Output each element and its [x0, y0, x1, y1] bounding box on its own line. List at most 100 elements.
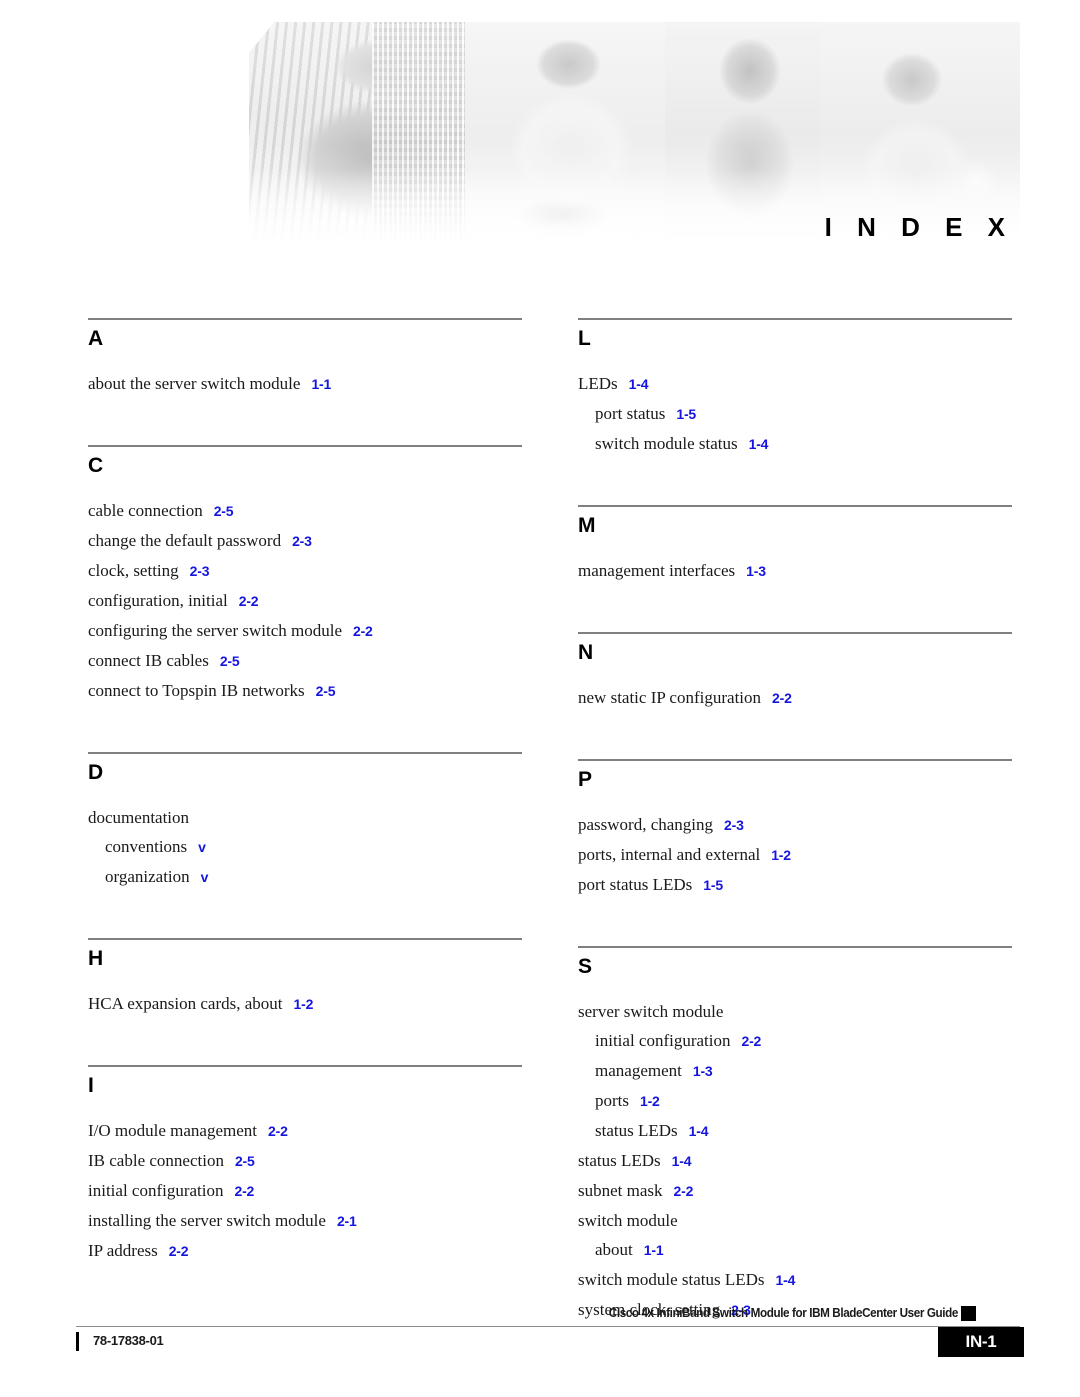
index-entry[interactable]: cable connection 2-5 — [88, 496, 522, 526]
index-page-reference[interactable]: 2-5 — [214, 503, 234, 519]
footer-left-tick — [76, 1332, 79, 1351]
index-subentry[interactable]: initial configuration 2-2 — [578, 1026, 1012, 1056]
index-entry-label: LEDs — [578, 374, 618, 393]
index-page-reference[interactable]: 2-2 — [772, 690, 792, 706]
index-page-reference[interactable]: 2-2 — [674, 1183, 694, 1199]
index-entry-label: password, changing — [578, 815, 714, 834]
index-entry[interactable]: ports, internal and external 1-2 — [578, 840, 1012, 870]
index-page-reference[interactable]: 1-2 — [294, 996, 314, 1012]
index-page-reference[interactable]: 1-2 — [771, 847, 791, 863]
index-entry[interactable]: port status LEDs 1-5 — [578, 870, 1012, 900]
index-entry[interactable]: change the default password 2-3 — [88, 526, 522, 556]
index-subentry[interactable]: conventions v — [88, 832, 522, 862]
index-subentry[interactable]: port status 1-5 — [578, 399, 1012, 429]
index-entry-label: configuration, initial — [88, 591, 228, 610]
index-page-reference[interactable]: 2-3 — [724, 817, 744, 833]
index-entry-label: HCA expansion cards, about — [88, 994, 283, 1013]
index-section-n: Nnew static IP configuration 2-2 — [578, 632, 1012, 713]
index-page-reference[interactable]: 2-5 — [316, 683, 336, 699]
index-page-reference[interactable]: 1-1 — [311, 376, 331, 392]
index-subentry[interactable]: about 1-1 — [578, 1235, 1012, 1265]
index-page-reference[interactable]: 2-2 — [742, 1033, 762, 1049]
index-entry[interactable]: new static IP configuration 2-2 — [578, 683, 1012, 713]
index-page-reference[interactable]: 1-5 — [676, 406, 696, 422]
index-entry-label: change the default password — [88, 531, 282, 550]
index-entry-label: conventions — [105, 837, 188, 856]
index-subentry[interactable]: organization v — [88, 862, 522, 892]
index-entry-list: server switch module initial configuratio… — [578, 997, 1012, 1325]
index-entry[interactable]: subnet mask 2-2 — [578, 1176, 1012, 1206]
index-entry[interactable]: HCA expansion cards, about 1-2 — [88, 989, 522, 1019]
index-entry[interactable]: connect IB cables 2-5 — [88, 646, 522, 676]
footer-document-number: 78-17838-01 — [93, 1333, 164, 1348]
index-subentry[interactable]: management 1-3 — [578, 1056, 1012, 1086]
index-entry[interactable]: LEDs 1-4 — [578, 369, 1012, 399]
index-entry-label: subnet mask — [578, 1181, 663, 1200]
index-entry[interactable]: server switch module — [578, 997, 1012, 1026]
index-page-reference[interactable]: 2-2 — [169, 1243, 189, 1259]
index-entry[interactable]: installing the server switch module 2-1 — [88, 1206, 522, 1236]
index-page-reference[interactable]: 2-2 — [268, 1123, 288, 1139]
index-entry[interactable]: IP address 2-2 — [88, 1236, 522, 1266]
section-divider — [88, 752, 522, 754]
index-page-reference[interactable]: 1-4 — [689, 1123, 709, 1139]
index-page-reference[interactable]: 2-3 — [292, 533, 312, 549]
index-banner: I N D E X — [249, 22, 1020, 244]
index-section-p: Ppassword, changing 2-3 ports, internal an… — [578, 759, 1012, 900]
index-subentry[interactable]: status LEDs 1-4 — [578, 1116, 1012, 1146]
index-page-reference[interactable]: 1-4 — [629, 376, 649, 392]
index-entry[interactable]: management interfaces 1-3 — [578, 556, 1012, 586]
index-entry-label: connect IB cables — [88, 651, 209, 670]
index-entry[interactable]: documentation — [88, 803, 522, 832]
index-entry[interactable]: initial configuration 2-2 — [88, 1176, 522, 1206]
index-page-reference[interactable]: v — [198, 839, 206, 855]
index-page-reference[interactable]: 2-2 — [239, 593, 259, 609]
index-page-reference[interactable]: v — [201, 869, 209, 885]
index-entry[interactable]: switch module — [578, 1206, 1012, 1235]
index-entry[interactable]: connect to Topspin IB networks 2-5 — [88, 676, 522, 706]
index-section-d: Ddocumentation conventions v organization v — [88, 752, 522, 892]
index-section-l: L LEDs 1-4 port status 1-5 switch module stat… — [578, 318, 1012, 459]
index-entry-label: initial configuration — [88, 1181, 224, 1200]
index-page-reference[interactable]: 1-4 — [749, 436, 769, 452]
index-entry[interactable]: clock, setting 2-3 — [88, 556, 522, 586]
index-page-reference[interactable]: 1-3 — [693, 1063, 713, 1079]
index-page-reference[interactable]: 1-5 — [703, 877, 723, 893]
index-entry-list: cable connection 2-5 change the default pa… — [88, 496, 522, 706]
index-entry[interactable]: about the server switch module 1-1 — [88, 369, 522, 399]
index-page-reference[interactable]: 2-2 — [235, 1183, 255, 1199]
index-entry[interactable]: IB cable connection 2-5 — [88, 1146, 522, 1176]
page-title: I N D E X — [824, 212, 1014, 242]
footer-document-title: Cisco 4x InfiniBand Switch Module for IB… — [608, 1305, 959, 1320]
index-section-i: I I/O module management 2-2 IB cable connec… — [88, 1065, 522, 1266]
index-entry[interactable]: switch module status LEDs 1-4 — [578, 1265, 1012, 1295]
index-page-reference[interactable]: 2-5 — [235, 1153, 255, 1169]
index-section-m: Mmanagement interfaces 1-3 — [578, 505, 1012, 586]
index-entry-label: management interfaces — [578, 561, 736, 580]
index-subentry[interactable]: switch module status 1-4 — [578, 429, 1012, 459]
index-entry-label: switch module status LEDs — [578, 1270, 765, 1289]
index-entry[interactable]: configuration, initial 2-2 — [88, 586, 522, 616]
index-page-reference[interactable]: 1-1 — [644, 1242, 664, 1258]
index-page-reference[interactable]: 1-4 — [776, 1272, 796, 1288]
index-subentry[interactable]: ports 1-2 — [578, 1086, 1012, 1116]
index-page-reference[interactable]: 1-4 — [672, 1153, 692, 1169]
index-page-reference[interactable]: 2-1 — [337, 1213, 357, 1229]
section-letter-heading: S — [578, 955, 593, 978]
index-entry-label: server switch module — [578, 1002, 724, 1021]
index-page-reference[interactable]: 2-3 — [190, 563, 210, 579]
footer-corner-square — [961, 1306, 976, 1321]
index-entry[interactable]: configuring the server switch module 2-2 — [88, 616, 522, 646]
index-entry-list: password, changing 2-3 ports, internal and… — [578, 810, 1012, 900]
index-entry-label: about — [595, 1240, 633, 1259]
index-entry[interactable]: I/O module management 2-2 — [88, 1116, 522, 1146]
section-divider — [578, 505, 1012, 507]
index-page-reference[interactable]: 1-3 — [746, 563, 766, 579]
index-page-reference[interactable]: 2-5 — [220, 653, 240, 669]
index-page-reference[interactable]: 2-2 — [353, 623, 373, 639]
index-entry-label: cable connection — [88, 501, 203, 520]
section-letter-heading: P — [578, 768, 593, 791]
index-entry[interactable]: status LEDs 1-4 — [578, 1146, 1012, 1176]
index-entry[interactable]: password, changing 2-3 — [578, 810, 1012, 840]
index-page-reference[interactable]: 1-2 — [640, 1093, 660, 1109]
